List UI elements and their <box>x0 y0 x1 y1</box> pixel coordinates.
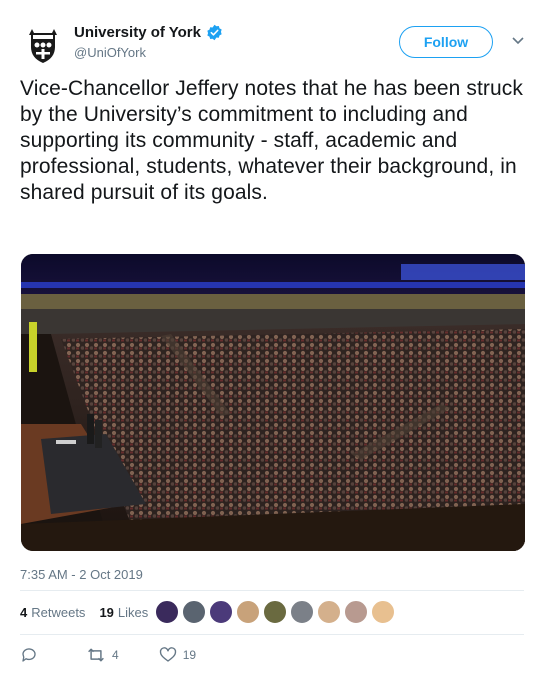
retweet-icon <box>88 648 104 662</box>
retweets-count: 4 <box>20 605 28 620</box>
liker-avatar[interactable] <box>317 600 341 624</box>
liker-avatar[interactable] <box>344 600 368 624</box>
display-name[interactable]: University of York <box>74 24 201 41</box>
likes-count: 19 <box>99 605 114 620</box>
auditorium-photo <box>21 254 525 551</box>
verified-badge-icon <box>207 24 222 41</box>
engagement-stats: 4 Retweets 19 Likes <box>20 605 162 620</box>
university-crest-icon <box>29 29 57 63</box>
avatar[interactable] <box>20 22 66 68</box>
heart-icon <box>159 647 176 662</box>
retweet-count: 4 <box>112 648 119 662</box>
reply-button[interactable] <box>20 646 38 664</box>
divider <box>20 634 524 635</box>
account-handle[interactable]: @UniOfYork <box>74 45 223 60</box>
retweets-stat[interactable]: 4 Retweets <box>20 605 85 620</box>
like-button[interactable]: 19 <box>159 646 196 664</box>
account-name-row[interactable]: University of York <box>74 24 223 41</box>
liker-avatar[interactable] <box>290 600 314 624</box>
likes-stat[interactable]: 19 Likes <box>99 605 148 620</box>
liker-avatar[interactable] <box>209 600 233 624</box>
reply-icon <box>22 648 36 662</box>
follow-button[interactable]: Follow <box>399 26 493 58</box>
liker-avatar[interactable] <box>371 600 395 624</box>
tweet-timestamp[interactable]: 7:35 AM - 2 Oct 2019 <box>20 567 143 582</box>
liker-avatar[interactable] <box>263 600 287 624</box>
divider <box>20 590 524 591</box>
chevron-down-icon[interactable] <box>511 36 525 46</box>
tweet-actions: 4 19 <box>20 646 236 664</box>
liker-avatar[interactable] <box>182 600 206 624</box>
retweets-label: Retweets <box>31 605 86 620</box>
like-count: 19 <box>182 648 197 662</box>
tweet-header: University of York @UniOfYork Follow <box>20 18 533 68</box>
liker-avatar[interactable] <box>236 600 260 624</box>
liker-avatars <box>155 600 395 624</box>
tweet-text: Vice-Chancellor Jeffery notes that he ha… <box>20 77 523 204</box>
tweet-photo[interactable] <box>21 254 525 551</box>
account-names: University of York @UniOfYork <box>74 24 223 60</box>
likes-label: Likes <box>117 605 149 620</box>
liker-avatar[interactable] <box>155 600 179 624</box>
retweet-button[interactable]: 4 <box>86 646 119 664</box>
